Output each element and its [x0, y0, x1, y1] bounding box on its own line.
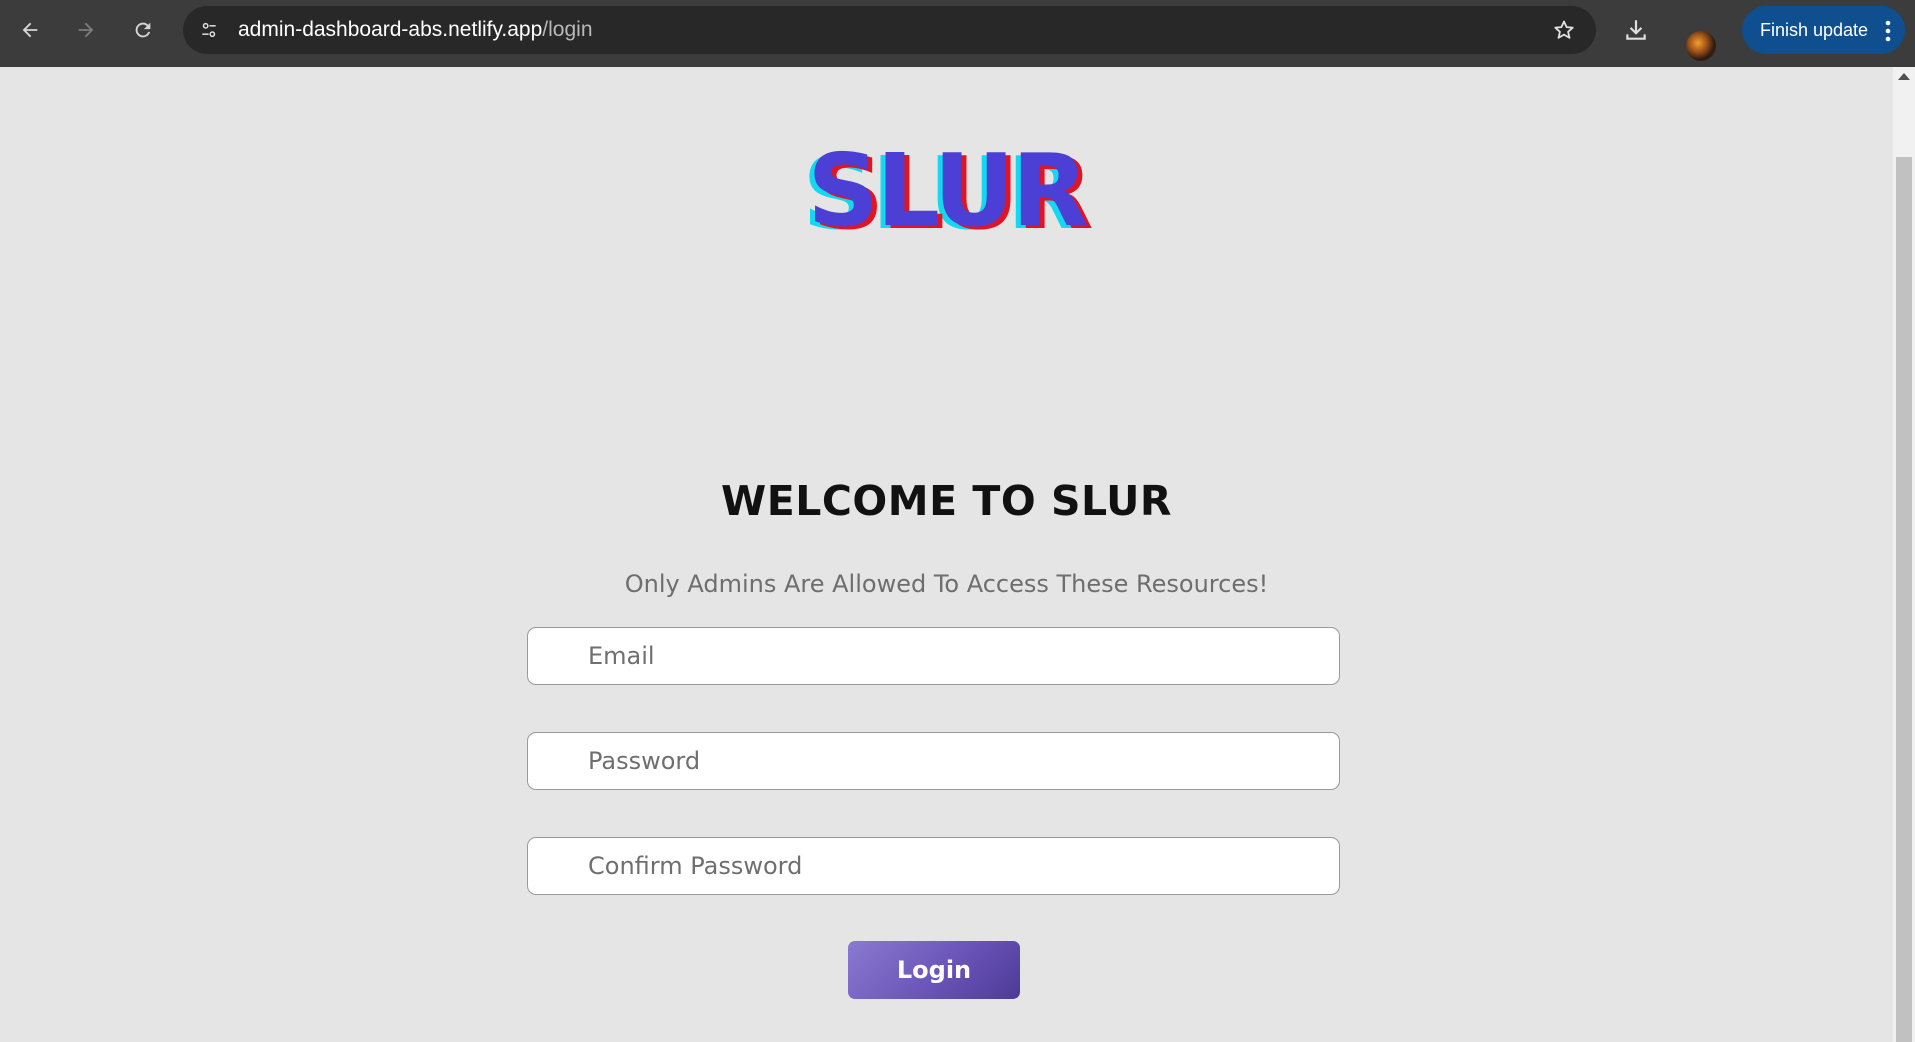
email-field[interactable]: [527, 627, 1340, 685]
scrollbar-thumb[interactable]: [1896, 157, 1912, 1042]
brand-logo: SLUR: [807, 132, 1088, 249]
download-button[interactable]: [1618, 12, 1654, 48]
back-button[interactable]: [12, 12, 48, 48]
site-info-button[interactable]: [194, 15, 224, 45]
welcome-heading: WELCOME TO SLUR: [720, 477, 1173, 525]
forward-button[interactable]: [68, 12, 104, 48]
address-bar[interactable]: admin-dashboard-abs.netlify.app/login: [183, 6, 1596, 54]
url-host: admin-dashboard-abs.netlify.app: [238, 18, 543, 41]
browser-toolbar: admin-dashboard-abs.netlify.app/login Fi…: [0, 0, 1915, 67]
login-page: SLUR WELCOME TO SLUR Only Admins Are All…: [0, 67, 1893, 1042]
more-vertical-icon: [1885, 20, 1891, 42]
finish-update-label: Finish update: [1760, 20, 1869, 40]
download-icon: [1626, 20, 1646, 40]
tune-icon: [202, 22, 216, 38]
bookmark-button[interactable]: [1550, 16, 1578, 44]
access-notice: Only Admins Are Allowed To Access These …: [624, 570, 1269, 598]
finish-update-button[interactable]: Finish update: [1742, 6, 1905, 54]
url-path: /login: [542, 18, 593, 41]
url-text[interactable]: admin-dashboard-abs.netlify.app/login: [238, 6, 593, 54]
arrow-left-icon: [22, 22, 38, 38]
reload-button[interactable]: [125, 12, 161, 48]
page-scrollbar[interactable]: [1893, 67, 1915, 1042]
arrow-right-icon: [78, 22, 94, 38]
password-field[interactable]: [527, 732, 1340, 790]
confirm-password-field[interactable]: [527, 837, 1340, 895]
reload-icon: [135, 22, 151, 38]
scroll-up-arrow-icon[interactable]: [1898, 73, 1910, 80]
login-button[interactable]: Login: [848, 941, 1020, 999]
profile-avatar[interactable]: [1686, 31, 1716, 61]
star-icon: [1554, 20, 1574, 39]
